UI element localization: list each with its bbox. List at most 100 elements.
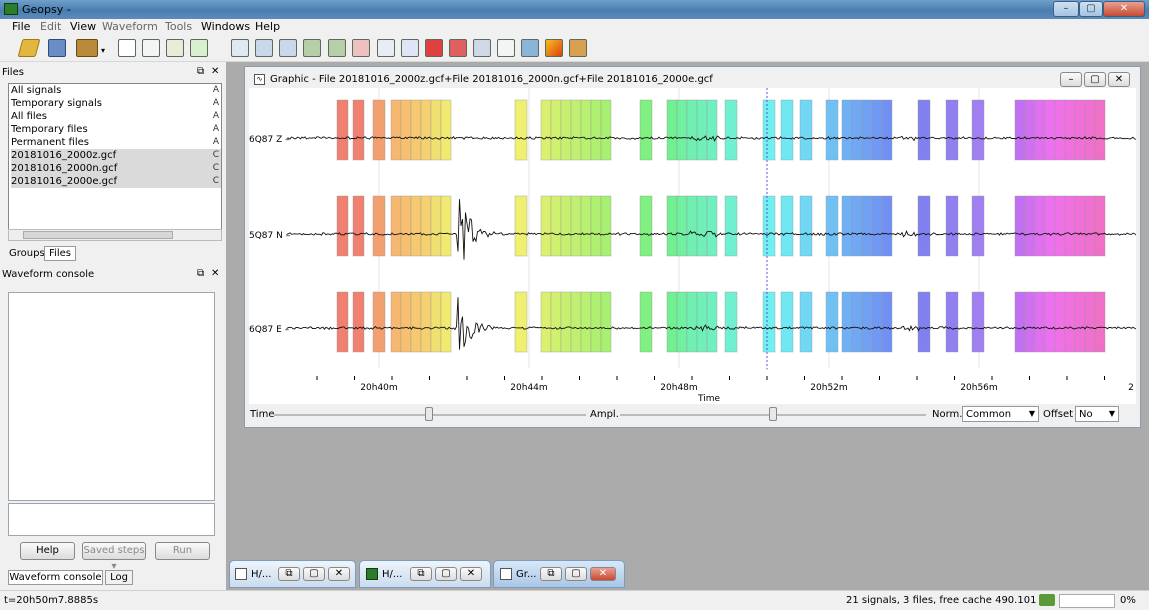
title-bar: Geopsy - – ▢ ✕ bbox=[0, 0, 1149, 19]
damping-icon[interactable] bbox=[521, 39, 539, 57]
mdi-taskbar: H/... ⧉ ▢ ✕ H/... ⧉ ▢ ✕ Gr... ⧉ ▢ ✕ bbox=[226, 560, 1149, 590]
maximize-button[interactable]: ▢ bbox=[565, 567, 587, 581]
time-window bbox=[851, 195, 863, 257]
list-item[interactable]: 20181016_2000e.gcf C bbox=[11, 175, 221, 188]
ampl-label: Ampl. bbox=[590, 409, 619, 420]
time-window bbox=[570, 195, 582, 257]
console-input[interactable] bbox=[8, 503, 215, 536]
list-item[interactable]: Temporary files A bbox=[11, 123, 221, 136]
maximize-button[interactable]: ▢ bbox=[1079, 1, 1103, 17]
rotate-icon[interactable] bbox=[473, 39, 491, 57]
spac-icon[interactable] bbox=[279, 39, 297, 57]
close-button[interactable]: ✕ bbox=[590, 567, 616, 581]
tab-waveform-console[interactable]: Waveform console bbox=[8, 570, 103, 585]
structure-icon[interactable] bbox=[425, 39, 443, 57]
tab-groups[interactable]: Groups bbox=[8, 246, 45, 261]
time-slider-handle[interactable] bbox=[425, 407, 433, 421]
menu-file[interactable]: File bbox=[12, 20, 30, 33]
tick-label: 20h48m bbox=[660, 383, 697, 393]
menu-view[interactable]: View bbox=[70, 20, 96, 33]
time-window bbox=[560, 195, 572, 257]
close-icon[interactable]: ✕ bbox=[211, 268, 219, 279]
chart-icon[interactable] bbox=[190, 39, 208, 57]
task-graphic[interactable]: Gr... ⧉ ▢ ✕ bbox=[493, 560, 625, 588]
fk-icon[interactable] bbox=[231, 39, 249, 57]
open-icon[interactable] bbox=[17, 39, 41, 57]
time-window bbox=[560, 99, 572, 161]
close-button[interactable]: ✕ bbox=[328, 567, 350, 581]
close-icon[interactable]: ✕ bbox=[211, 66, 219, 77]
window-title: Geopsy - bbox=[22, 3, 71, 16]
time-window bbox=[799, 99, 813, 161]
menu-waveform[interactable]: Waveform bbox=[102, 20, 158, 33]
list-item[interactable]: All files A bbox=[11, 110, 221, 123]
time-window bbox=[686, 195, 698, 257]
tab-log[interactable]: Log bbox=[105, 570, 133, 585]
list-item[interactable]: Temporary signals A bbox=[11, 97, 221, 110]
spectrum-icon[interactable] bbox=[352, 39, 370, 57]
hv-icon[interactable] bbox=[401, 39, 419, 57]
graphic-maximize-button[interactable]: ▢ bbox=[1084, 72, 1106, 87]
time-window bbox=[352, 195, 365, 257]
save-icon[interactable] bbox=[48, 39, 66, 57]
polar-icon[interactable] bbox=[497, 39, 515, 57]
spac2-icon[interactable] bbox=[377, 39, 395, 57]
menu-tools[interactable]: Tools bbox=[165, 20, 192, 33]
table-icon[interactable] bbox=[118, 39, 136, 57]
scrollbar-thumb[interactable] bbox=[23, 231, 173, 239]
dropdown-arrow-icon[interactable]: ▾ bbox=[101, 46, 105, 55]
run-button[interactable]: Run bbox=[155, 542, 210, 560]
hrfk-icon[interactable] bbox=[303, 39, 321, 57]
offset-select[interactable]: No ▼ bbox=[1075, 406, 1119, 422]
horizontal-scrollbar[interactable] bbox=[8, 229, 222, 241]
close-button[interactable]: ✕ bbox=[460, 567, 482, 581]
time-window bbox=[560, 291, 572, 353]
map-icon[interactable] bbox=[166, 39, 184, 57]
restore-button[interactable]: ⧉ bbox=[540, 567, 562, 581]
menu-help[interactable]: Help bbox=[255, 20, 280, 33]
console-panel-title: Waveform console bbox=[2, 269, 95, 280]
restore-button[interactable]: ⧉ bbox=[410, 567, 432, 581]
time-window bbox=[400, 291, 412, 353]
time-window bbox=[696, 195, 708, 257]
cross-icon[interactable] bbox=[449, 39, 467, 57]
time-window bbox=[590, 291, 602, 353]
fk2-icon[interactable] bbox=[255, 39, 273, 57]
files-list[interactable]: All signals A Temporary signals A All files A… bbox=[8, 83, 222, 235]
time-window bbox=[639, 99, 653, 161]
graphic-minimize-button[interactable]: – bbox=[1060, 72, 1082, 87]
float-icon[interactable]: ⧉ bbox=[197, 66, 204, 77]
minimize-button[interactable]: – bbox=[1053, 1, 1079, 17]
maximize-button[interactable]: ▢ bbox=[303, 567, 325, 581]
time-window bbox=[410, 195, 422, 257]
list-item-label: All signals bbox=[11, 85, 62, 96]
task-hv-2[interactable]: H/... ⧉ ▢ ✕ bbox=[359, 560, 491, 588]
ampl-slider-handle[interactable] bbox=[769, 407, 777, 421]
maximize-button[interactable]: ▢ bbox=[435, 567, 457, 581]
list-item[interactable]: 20181016_2000n.gcf C bbox=[11, 162, 221, 175]
export2-icon[interactable] bbox=[569, 39, 587, 57]
tab-files[interactable]: Files bbox=[44, 246, 76, 261]
console-editor[interactable] bbox=[8, 292, 215, 501]
graphic-close-button[interactable]: ✕ bbox=[1108, 72, 1130, 87]
time-window bbox=[400, 99, 412, 161]
menu-windows[interactable]: Windows bbox=[201, 20, 250, 33]
list-item[interactable]: Permanent files A bbox=[11, 136, 221, 149]
saved-steps-button[interactable]: Saved steps ▾ bbox=[82, 542, 146, 572]
time-window bbox=[352, 291, 365, 353]
float-icon[interactable]: ⧉ bbox=[197, 268, 204, 279]
menu-edit[interactable]: Edit bbox=[40, 20, 61, 33]
export-icon[interactable] bbox=[545, 39, 563, 57]
list-item[interactable]: All signals A bbox=[11, 84, 221, 97]
waveform-plot[interactable]: 6Q87 Z – 5Q87 N – 6Q87 E – 20h40m 20h44m 20h4… bbox=[249, 88, 1136, 404]
norm-select[interactable]: Common ▼ bbox=[962, 406, 1039, 422]
tick-label: 20h44m bbox=[510, 383, 547, 393]
tools-icon[interactable] bbox=[76, 39, 98, 57]
restore-button[interactable]: ⧉ bbox=[278, 567, 300, 581]
graphic-icon[interactable] bbox=[142, 39, 160, 57]
list-item[interactable]: 20181016_2000z.gcf C bbox=[11, 149, 221, 162]
help-button[interactable]: Help bbox=[20, 542, 75, 560]
hrfk2-icon[interactable] bbox=[328, 39, 346, 57]
task-hv-1[interactable]: H/... ⧉ ▢ ✕ bbox=[229, 560, 356, 588]
close-button[interactable]: ✕ bbox=[1103, 1, 1145, 17]
